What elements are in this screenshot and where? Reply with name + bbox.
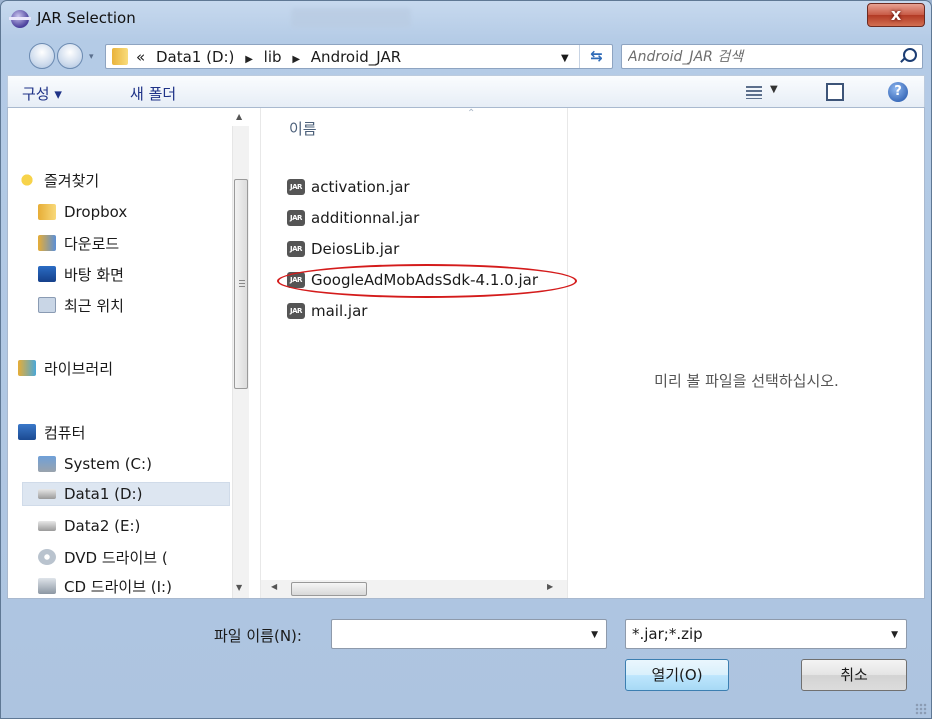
breadcrumb-lib[interactable]: lib <box>264 48 282 66</box>
sidebar-item-desktop[interactable]: 바탕 화면 <box>38 262 124 286</box>
cd-icon <box>38 578 56 594</box>
jar-file-icon: JAR <box>287 179 305 195</box>
drive-icon <box>38 489 56 499</box>
view-dropdown-icon[interactable]: ▼ <box>770 84 778 95</box>
breadcrumb-android-jar[interactable]: Android_JAR <box>311 48 401 66</box>
scroll-right-icon[interactable]: ▶ <box>547 582 553 591</box>
search-input[interactable] <box>628 47 888 66</box>
computer-icon <box>18 424 36 440</box>
breadcrumb-overflow[interactable]: « <box>136 48 145 66</box>
forward-button[interactable] <box>57 43 83 69</box>
folder-icon <box>112 48 128 65</box>
organize-menu[interactable]: 구성 ▾ <box>22 83 62 104</box>
list-item[interactable]: JAR DeiosLib.jar <box>287 237 399 261</box>
preview-pane: 미리 볼 파일을 선택하십시오. <box>568 108 925 598</box>
sidebar-item-dropbox[interactable]: Dropbox <box>38 200 127 224</box>
sidebar-item-data1-d[interactable]: Data1 (D:) <box>22 482 230 506</box>
system-drive-icon <box>38 456 56 472</box>
download-folder-icon <box>38 235 56 251</box>
scroll-up-icon[interactable]: ▲ <box>236 112 242 121</box>
search-box[interactable] <box>621 44 923 69</box>
address-dropdown-icon[interactable]: ▼ <box>561 53 569 64</box>
resize-grip-icon[interactable] <box>915 703 927 715</box>
sidebar-item-dvd-drive[interactable]: DVD 드라이브 ( <box>38 545 168 569</box>
view-options-icon[interactable] <box>746 86 762 99</box>
sidebar-item-data2-e[interactable]: Data2 (E:) <box>38 514 140 538</box>
eclipse-app-icon <box>9 10 31 28</box>
scroll-down-icon[interactable]: ▼ <box>236 583 242 592</box>
filename-input[interactable] <box>336 624 576 644</box>
file-list-horizontal-scrollbar[interactable]: ◀ ▶ <box>261 580 567 598</box>
sidebar-item-system-c[interactable]: System (C:) <box>38 452 152 476</box>
dialog-footer: 파일 이름(N): ▼ *.jar;*.zip ▼ 열기(O) 취소 <box>1 599 931 719</box>
background-window-title <box>291 8 411 28</box>
library-icon <box>18 360 36 376</box>
column-header-name[interactable]: 이름 <box>289 118 317 139</box>
breadcrumb: « Data1 (D:) ▶ lib ▶ Android_JAR <box>136 48 407 66</box>
cancel-button[interactable]: 취소 <box>801 659 907 691</box>
list-item[interactable]: JAR mail.jar <box>287 299 367 323</box>
desktop-icon <box>38 266 56 282</box>
sidebar-item-favorites[interactable]: 즐겨찾기 <box>18 168 99 192</box>
navigation-bar: ▾ « Data1 (D:) ▶ lib ▶ Android_JAR ▼ ⇆ <box>1 37 931 75</box>
sidebar-item-libraries[interactable]: 라이브러리 <box>18 356 113 380</box>
star-icon <box>18 172 36 188</box>
title-bar: JAR Selection x <box>1 1 931 37</box>
highlight-circle <box>277 264 577 298</box>
refresh-icon[interactable]: ⇆ <box>579 45 613 68</box>
help-icon[interactable]: ? <box>888 82 908 102</box>
list-item[interactable]: JAR additionnal.jar <box>287 206 419 230</box>
command-bar: 구성 ▾ 새 폴더 ▼ ? <box>7 75 925 108</box>
search-icon[interactable] <box>903 48 917 62</box>
sidebar-item-recent-places[interactable]: 최근 위치 <box>38 293 124 317</box>
grip-icon <box>239 280 245 288</box>
sidebar-item-computer[interactable]: 컴퓨터 <box>18 420 85 444</box>
file-list: ⌃ 이름 JAR activation.jar JAR additionnal.ja… <box>260 108 577 598</box>
jar-file-icon: JAR <box>287 303 305 319</box>
scrollbar-thumb[interactable] <box>234 179 248 389</box>
file-type-select[interactable]: *.jar;*.zip ▼ <box>625 619 907 649</box>
list-item[interactable]: JAR activation.jar <box>287 175 410 199</box>
chevron-right-icon[interactable]: ▶ <box>245 54 253 65</box>
folder-icon <box>38 204 56 220</box>
dvd-icon <box>38 549 56 565</box>
back-button[interactable] <box>29 43 55 69</box>
navigation-pane: 즐겨찾기 Dropbox 다운로드 바탕 화면 최근 위치 라이브러리 컴퓨터 … <box>8 108 256 598</box>
file-type-value: *.jar;*.zip <box>632 625 703 643</box>
filename-label: 파일 이름(N): <box>214 627 302 645</box>
browser-area: 즐겨찾기 Dropbox 다운로드 바탕 화면 최근 위치 라이브러리 컴퓨터 … <box>7 107 925 599</box>
chevron-down-icon[interactable]: ▼ <box>591 630 598 640</box>
jar-file-icon: JAR <box>287 241 305 257</box>
open-button[interactable]: 열기(O) <box>625 659 729 691</box>
sidebar-item-cd-drive[interactable]: CD 드라이브 (I:) <box>38 574 172 598</box>
breadcrumb-data1[interactable]: Data1 (D:) <box>156 48 234 66</box>
chevron-right-icon[interactable]: ▶ <box>292 54 300 65</box>
jar-file-icon: JAR <box>287 210 305 226</box>
filename-combobox[interactable]: ▼ <box>331 619 607 649</box>
new-folder-button[interactable]: 새 폴더 <box>130 83 176 104</box>
chevron-down-icon[interactable]: ▼ <box>891 630 898 640</box>
sort-ascending-icon: ⌃ <box>467 108 476 119</box>
close-button[interactable]: x <box>867 3 925 27</box>
recent-pages-dropdown-icon[interactable]: ▾ <box>89 52 101 64</box>
preview-message: 미리 볼 파일을 선택하십시오. <box>654 372 839 390</box>
scroll-left-icon[interactable]: ◀ <box>271 582 277 591</box>
sidebar-item-downloads[interactable]: 다운로드 <box>38 231 119 255</box>
window-title: JAR Selection <box>37 9 136 27</box>
jar-selection-dialog: JAR Selection x ▾ « Data1 (D:) ▶ lib ▶ A… <box>0 0 932 719</box>
drive-icon <box>38 521 56 531</box>
navigation-vertical-scrollbar[interactable] <box>232 126 249 598</box>
address-bar[interactable]: « Data1 (D:) ▶ lib ▶ Android_JAR ▼ ⇆ <box>105 44 613 69</box>
recent-places-icon <box>38 297 56 313</box>
scrollbar-thumb[interactable] <box>291 582 367 596</box>
preview-pane-icon[interactable] <box>826 83 844 101</box>
